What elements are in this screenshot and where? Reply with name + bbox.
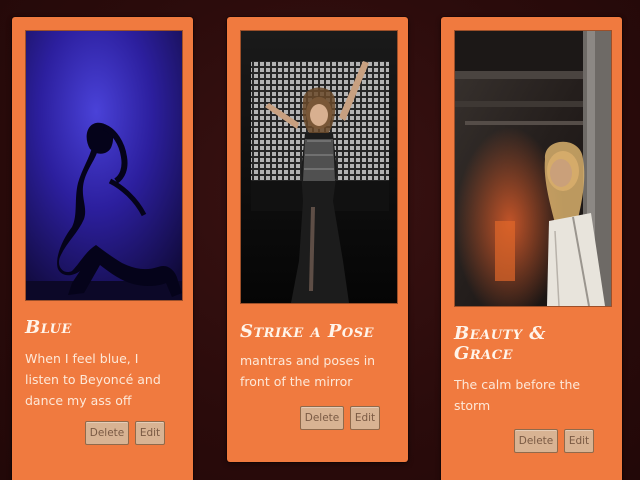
delete-button[interactable]: Delete — [300, 406, 344, 430]
card-photo-blue[interactable] — [25, 30, 183, 301]
stage-pose-image — [241, 31, 397, 303]
card-strike-a-pose: Strike a Pose mantras and poses in front… — [227, 17, 408, 462]
card-blue: Blue When I feel blue, I listen to Beyon… — [12, 17, 193, 480]
card-photo-strike-a-pose[interactable] — [240, 30, 398, 304]
card-description: The calm before the storm — [454, 377, 581, 413]
pin-board: Blue When I feel blue, I listen to Beyon… — [0, 0, 640, 480]
delete-button[interactable]: Delete — [514, 429, 558, 453]
card-title: Strike a Pose — [240, 321, 375, 342]
card-description: mantras and poses in front of the mirror — [240, 353, 376, 389]
card-beauty-and-grace: Beauty & Grace The calm before the storm… — [441, 17, 622, 480]
delete-button[interactable]: Delete — [85, 421, 129, 445]
card-title: Blue — [25, 317, 72, 338]
edit-button[interactable]: Edit — [350, 406, 380, 430]
edit-button[interactable]: Edit — [135, 421, 165, 445]
backstage-portrait-image — [455, 31, 611, 306]
card-description: When I feel blue, I listen to Beyoncé an… — [25, 351, 161, 408]
blue-stage-image — [26, 31, 182, 300]
edit-button[interactable]: Edit — [564, 429, 594, 453]
card-photo-beauty-and-grace[interactable] — [454, 30, 612, 307]
card-title: Beauty & Grace — [454, 323, 547, 364]
